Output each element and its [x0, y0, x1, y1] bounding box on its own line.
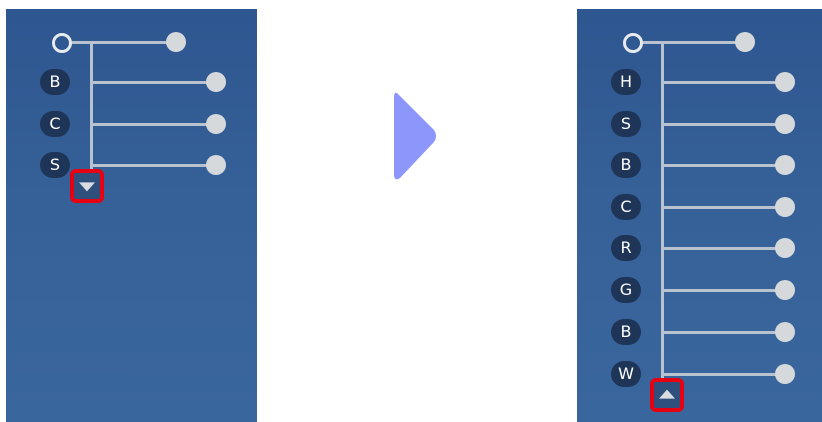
slider-track[interactable] — [72, 41, 172, 44]
slider-row-s: S — [6, 150, 257, 180]
slider-knob[interactable] — [775, 197, 795, 217]
slider-track[interactable] — [92, 123, 212, 126]
ring-handle-icon[interactable] — [623, 33, 643, 53]
triangle-down-icon — [79, 182, 95, 192]
slider-row-c: C — [6, 109, 257, 139]
chip-label: C — [40, 111, 70, 137]
expanded-adjustment-panel: H S B C R G B W — [577, 9, 822, 422]
slider-track[interactable] — [92, 81, 212, 84]
collapse-button[interactable] — [650, 378, 684, 412]
slider-track[interactable] — [663, 206, 783, 209]
slider-row-s: S — [577, 109, 822, 139]
slider-row-b2: B — [577, 317, 822, 347]
comparison-figure: B C S H S B C R G B W — [0, 0, 822, 422]
play-right-icon — [394, 92, 436, 180]
chip-label: H — [611, 69, 641, 95]
slider-track[interactable] — [663, 247, 783, 250]
chip-label: B — [40, 69, 70, 95]
slider-knob[interactable] — [735, 32, 755, 52]
slider-knob[interactable] — [166, 32, 186, 52]
slider-knob[interactable] — [775, 114, 795, 134]
collapsed-adjustment-panel: B C S — [6, 9, 257, 422]
slider-knob[interactable] — [206, 114, 226, 134]
slider-knob[interactable] — [206, 72, 226, 92]
slider-knob[interactable] — [775, 238, 795, 258]
chip-label: B — [611, 152, 641, 178]
slider-knob[interactable] — [206, 155, 226, 175]
slider-track[interactable] — [663, 81, 783, 84]
slider-knob[interactable] — [775, 364, 795, 384]
slider-track[interactable] — [663, 331, 783, 334]
slider-knob[interactable] — [775, 155, 795, 175]
slider-track[interactable] — [663, 289, 783, 292]
slider-row-b: B — [577, 150, 822, 180]
master-slider-row — [577, 27, 822, 57]
chip-label: G — [611, 277, 641, 303]
slider-knob[interactable] — [775, 72, 795, 92]
slider-row-g: G — [577, 275, 822, 305]
slider-track[interactable] — [663, 123, 783, 126]
triangle-up-icon — [659, 389, 675, 399]
slider-track[interactable] — [663, 164, 783, 167]
slider-track[interactable] — [643, 41, 743, 44]
chip-label: W — [611, 361, 641, 387]
slider-track[interactable] — [663, 373, 783, 376]
chip-label: S — [40, 152, 70, 178]
chip-label: R — [611, 235, 641, 261]
slider-row-w: W — [577, 359, 822, 389]
slider-row-c: C — [577, 192, 822, 222]
slider-track[interactable] — [92, 164, 212, 167]
slider-knob[interactable] — [775, 280, 795, 300]
ring-handle-icon[interactable] — [52, 33, 72, 53]
chip-label: C — [611, 194, 641, 220]
slider-row-b: B — [6, 67, 257, 97]
slider-row-r: R — [577, 233, 822, 263]
slider-knob[interactable] — [775, 322, 795, 342]
expand-button[interactable] — [70, 169, 104, 203]
chip-label: B — [611, 319, 641, 345]
chip-label: S — [611, 111, 641, 137]
master-slider-row — [6, 27, 257, 57]
slider-row-h: H — [577, 67, 822, 97]
